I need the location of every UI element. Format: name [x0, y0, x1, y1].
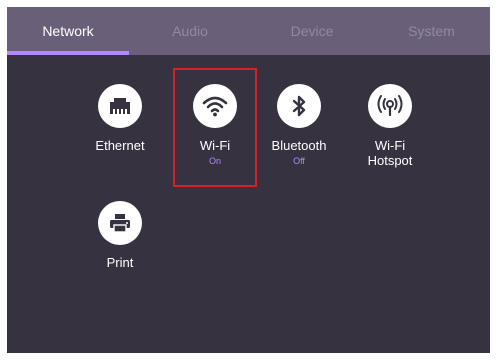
ethernet-label: Ethernet — [95, 138, 145, 153]
printer-icon — [109, 213, 131, 233]
active-tab-indicator — [7, 51, 129, 55]
wifi-selection-highlight — [173, 68, 257, 187]
tab-network[interactable]: Network — [7, 7, 129, 55]
hotspot-icon — [376, 94, 404, 118]
bluetooth-icon — [291, 95, 307, 117]
hotspot-tile[interactable]: Wi-Fi Hotspot — [355, 84, 425, 168]
bluetooth-tile[interactable]: Bluetooth Off — [264, 84, 334, 166]
ethernet-icon-circle — [98, 84, 142, 128]
tab-device[interactable]: Device — [251, 7, 373, 55]
hotspot-icon-circle — [368, 84, 412, 128]
printer-icon-circle — [98, 201, 142, 245]
hotspot-label: Wi-Fi Hotspot — [367, 138, 413, 168]
print-label: Print — [106, 255, 134, 270]
ethernet-icon — [109, 96, 131, 116]
bluetooth-label: Bluetooth — [271, 138, 327, 153]
bluetooth-status: Off — [293, 156, 305, 166]
ethernet-tile[interactable]: Ethernet — [85, 84, 155, 153]
print-tile[interactable]: Print — [85, 201, 155, 270]
tab-system[interactable]: System — [373, 7, 490, 55]
settings-screen: Network Audio Device System Ethernet Wi-… — [7, 7, 490, 353]
bluetooth-icon-circle — [277, 84, 321, 128]
tab-audio[interactable]: Audio — [129, 7, 251, 55]
tab-bar: Network Audio Device System — [7, 7, 490, 55]
